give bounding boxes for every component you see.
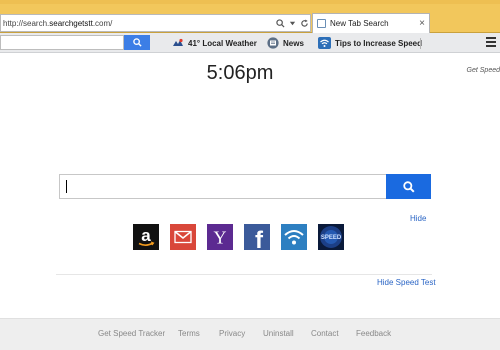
address-host: searchgetstt — [49, 18, 93, 28]
toolbar-tips[interactable]: Tips to Increase Speed — [318, 36, 422, 50]
address-search-icon[interactable] — [274, 16, 286, 30]
svg-text:a: a — [141, 226, 151, 245]
footer-terms[interactable]: Terms — [178, 329, 200, 338]
toolbar-separator — [420, 38, 421, 49]
weather-icon — [173, 38, 183, 46]
browser-chrome: http://search.searchgetstt.com/ New Tab … — [0, 0, 500, 33]
toolbar-news[interactable]: News — [267, 36, 304, 50]
wifi-icon — [318, 37, 331, 49]
extension-toolbar: 41° Local Weather News Tips to Increase … — [0, 33, 500, 53]
menu-icon[interactable] — [486, 37, 496, 47]
speed-icon[interactable]: SPEED — [318, 224, 344, 250]
footer-contact[interactable]: Contact — [311, 329, 339, 338]
hide-speed-test-link[interactable]: Hide Speed Test — [377, 278, 436, 287]
search-icon — [402, 180, 415, 193]
yahoo-icon[interactable]: Y — [207, 224, 233, 250]
search-input[interactable] — [59, 174, 387, 199]
get-speed-link[interactable]: Get Speed — [467, 67, 500, 74]
wifi-tile-icon[interactable] — [281, 224, 307, 250]
search-box — [59, 174, 431, 199]
amazon-icon[interactable]: a — [133, 224, 159, 250]
weather-label: 41° Local Weather — [188, 38, 257, 48]
tab-favicon-icon — [317, 19, 326, 28]
toolbar-search-input[interactable] — [0, 35, 124, 50]
chrome-strip — [0, 0, 500, 4]
hide-link[interactable]: Hide — [410, 214, 426, 223]
address-text[interactable]: http://search.searchgetstt.com/ — [1, 19, 274, 28]
refresh-icon[interactable] — [298, 16, 310, 30]
search-button[interactable] — [386, 174, 431, 199]
footer-uninstall[interactable]: Uninstall — [263, 329, 294, 338]
news-label: News — [283, 38, 304, 48]
toolbar-weather[interactable]: 41° Local Weather — [172, 36, 257, 50]
svg-text:Y: Y — [214, 228, 227, 248]
svg-text:SPEED: SPEED — [321, 235, 342, 241]
tab-close-icon[interactable]: × — [419, 18, 425, 29]
clock-time: 5:06pm — [206, 62, 274, 84]
text-caret — [66, 180, 67, 193]
footer: Get Speed Tracker Terms Privacy Uninstal… — [0, 318, 500, 350]
browser-window: http://search.searchgetstt.com/ New Tab … — [0, 0, 500, 350]
tips-label: Tips to Increase Speed — [335, 38, 422, 48]
address-suffix: .com/ — [92, 18, 113, 28]
tab-new-tab-search[interactable]: New Tab Search × — [312, 13, 430, 33]
address-prefix: http://search. — [3, 18, 50, 28]
news-icon — [267, 37, 279, 49]
gmail-icon[interactable] — [170, 224, 196, 250]
footer-privacy[interactable]: Privacy — [219, 329, 245, 338]
footer-feedback[interactable]: Feedback — [356, 329, 391, 338]
search-icon — [132, 38, 142, 47]
tab-title: New Tab Search — [330, 19, 389, 28]
dropdown-arrow-icon[interactable] — [286, 16, 298, 30]
footer-get-speed-tracker[interactable]: Get Speed Tracker — [98, 329, 165, 338]
facebook-icon[interactable]: f — [244, 224, 270, 250]
svg-text:f: f — [255, 227, 264, 250]
toolbar-search-button[interactable] — [124, 35, 150, 50]
address-bar[interactable]: http://search.searchgetstt.com/ — [0, 14, 311, 32]
divider — [56, 274, 432, 275]
